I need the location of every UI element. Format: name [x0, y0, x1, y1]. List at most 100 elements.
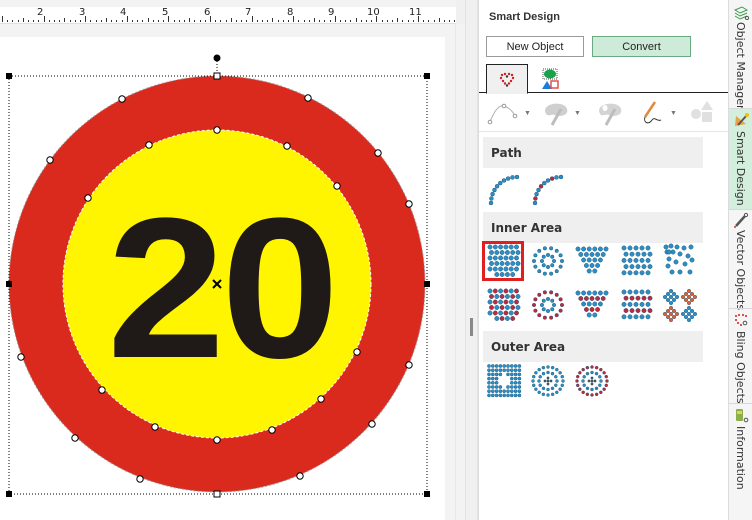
pencil-tool[interactable]: ▼ [639, 100, 677, 126]
docker-tab-strip: Object Manager Smart Design Vector Objec… [728, 0, 752, 520]
sign-number-text[interactable]: 20 [107, 177, 339, 400]
rhinestone-dot [665, 309, 670, 314]
resize-handle-s[interactable] [213, 490, 221, 498]
path-node[interactable] [368, 420, 376, 428]
speed-limit-sign[interactable]: 20 [0, 37, 445, 520]
rhinestone-dot [533, 308, 538, 313]
vtab-bling-objects[interactable]: Bling Objects [729, 309, 752, 404]
bezier-tool[interactable]: ▼ [487, 100, 531, 126]
shapes-tool[interactable] [689, 100, 717, 126]
inner-area-concentric-mixed[interactable] [527, 285, 569, 325]
rhinestone-dot [688, 244, 694, 250]
rhinestone-dot [499, 272, 505, 277]
path-node[interactable] [283, 142, 291, 150]
path-node[interactable] [17, 353, 25, 361]
canvas-vertical-scrollbar[interactable] [455, 24, 465, 520]
path-node[interactable] [333, 182, 341, 190]
rhinestone-dot [595, 296, 600, 301]
inner-area-triangle[interactable] [571, 241, 613, 281]
rhinestone-dot [639, 245, 645, 251]
path-node[interactable] [296, 472, 304, 480]
rhinestone-dot [502, 389, 507, 394]
inner-area-concentric[interactable] [527, 241, 569, 281]
fill-tool[interactable]: ▼ [541, 100, 581, 126]
path-node[interactable] [405, 361, 413, 369]
path-node[interactable] [213, 436, 221, 444]
panel-splitter[interactable] [465, 0, 478, 520]
path-node[interactable] [84, 194, 92, 202]
rhinestone-dot [586, 268, 592, 274]
path-arc-mixed-icon [532, 174, 564, 206]
rotation-handle[interactable] [213, 54, 221, 62]
rhinestone-dot [517, 393, 522, 398]
rhinestone-dot [487, 385, 491, 389]
rhinestone-dot [627, 245, 633, 251]
rhinestone-dot [504, 261, 510, 266]
rhinestone-dot [585, 386, 590, 391]
inner-area-rows[interactable] [615, 241, 657, 281]
inner-area-random[interactable] [659, 241, 701, 281]
rhinestone-dot [513, 376, 518, 381]
path-node[interactable] [151, 423, 159, 431]
concentric-rings-mixed-icon [531, 290, 565, 320]
tab-bling[interactable] [486, 64, 528, 94]
vtab-vector-objects[interactable]: Vector Objects [729, 210, 752, 310]
path-node[interactable] [46, 156, 54, 164]
rhinestone-dot [674, 294, 679, 299]
path-node[interactable] [213, 126, 221, 134]
path-node[interactable] [71, 434, 79, 442]
inner-area-fill-grid-mixed[interactable] [482, 285, 524, 325]
ruler-tick [376, 16, 378, 22]
inner-area-rows-mixed[interactable] [615, 285, 657, 325]
outer-area-rings-blue[interactable] [527, 361, 569, 401]
inner-area-fill-grid[interactable] [482, 241, 524, 281]
outer-area-rings-red[interactable] [571, 361, 613, 401]
resize-handle-nw[interactable] [6, 73, 12, 79]
path-node[interactable] [145, 141, 153, 149]
splitter-grip[interactable] [470, 318, 473, 336]
rhinestone-dot [633, 314, 639, 320]
path-node[interactable] [118, 95, 126, 103]
tab-shapes[interactable] [529, 64, 571, 93]
rhinestone-dot [600, 252, 606, 257]
horizontal-ruler[interactable]: 2 3 4 5 6 7 8 9 10 11 [0, 0, 456, 24]
ruler-tick [298, 20, 300, 22]
design-page[interactable]: 20 [0, 37, 445, 520]
outer-area-star-cutout[interactable] [483, 361, 525, 401]
resize-handle-se[interactable] [424, 491, 430, 497]
ruler-tick [43, 16, 45, 22]
chevron-down-icon[interactable]: ▼ [524, 110, 531, 117]
rhinestone-dot [665, 263, 671, 269]
rhinestone-dot [503, 288, 509, 294]
path-item-single-color[interactable] [485, 168, 527, 208]
path-node[interactable] [317, 395, 325, 403]
inner-area-triangle-mixed[interactable] [571, 285, 613, 325]
path-node[interactable] [304, 94, 312, 102]
rhinestone-dot [621, 257, 627, 263]
rhinestone-dot [533, 297, 538, 302]
rhinestone-dot [549, 246, 554, 251]
resize-handle-n[interactable] [213, 72, 221, 80]
new-object-button[interactable]: New Object [486, 36, 584, 57]
resize-handle-e[interactable] [424, 281, 430, 287]
rhinestone-dot [554, 175, 559, 180]
path-node[interactable] [405, 200, 413, 208]
convert-button[interactable]: Convert [592, 36, 691, 57]
inner-area-diamonds[interactable] [659, 285, 701, 325]
vtab-information[interactable]: Information [729, 404, 752, 494]
resize-handle-w[interactable] [6, 281, 12, 287]
path-node[interactable] [374, 149, 382, 157]
erase-fill-tool[interactable] [595, 100, 625, 126]
resize-handle-ne[interactable] [424, 73, 430, 79]
chevron-down-icon[interactable]: ▼ [670, 110, 677, 117]
path-node[interactable] [98, 386, 106, 394]
resize-handle-sw[interactable] [6, 491, 12, 497]
path-item-two-color[interactable] [529, 168, 571, 208]
chevron-down-icon[interactable]: ▼ [574, 110, 581, 117]
path-node[interactable] [136, 475, 144, 483]
rhinestone-dot [550, 307, 555, 312]
path-node[interactable] [353, 348, 361, 356]
vtab-object-manager[interactable]: Object Manager [729, 0, 752, 110]
vtab-smart-design[interactable]: Smart Design [729, 109, 752, 209]
path-node[interactable] [268, 426, 276, 434]
